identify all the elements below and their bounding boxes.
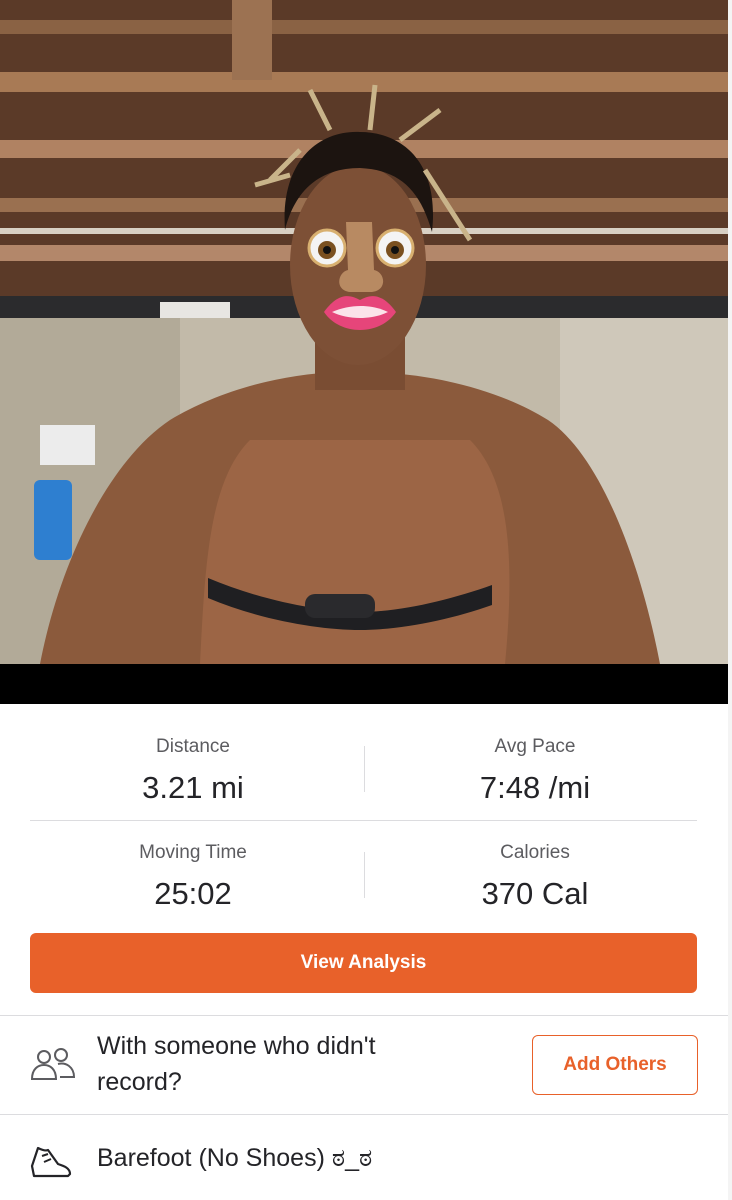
workout-photo-illustration [0, 0, 728, 664]
workout-photo[interactable] [0, 0, 728, 664]
stat-avg-pace: Avg Pace 7:48 /mi [370, 736, 700, 806]
add-others-button[interactable]: Add Others [532, 1035, 698, 1095]
stat-label: Distance [156, 736, 230, 757]
stat-divider [364, 746, 365, 792]
stat-value: 3.21 mi [142, 770, 244, 805]
divider [0, 1015, 728, 1016]
photo-bottom-band [0, 664, 732, 704]
activity-summary-card: Distance 3.21 mi Avg Pace 7:48 /mi Movin… [0, 704, 728, 1200]
with-others-prompt: With someone who didn't record? [97, 1032, 376, 1096]
view-analysis-button[interactable]: View Analysis [30, 933, 697, 993]
stat-value: 7:48 /mi [479, 770, 591, 805]
stat-value: 25:02 [154, 876, 232, 911]
gear-shoes[interactable]: Barefoot (No Shoes) ಠ_ಠ [97, 1144, 372, 1173]
stat-distance: Distance 3.21 mi [28, 736, 358, 806]
stat-moving-time: Moving Time 25:02 [28, 842, 358, 912]
stat-divider [364, 852, 365, 898]
divider [30, 820, 697, 821]
stat-calories: Calories 370 Cal [370, 842, 700, 912]
shoe-icon [28, 1142, 74, 1185]
right-edge [728, 0, 732, 1200]
people-icon [30, 1047, 76, 1086]
stat-label: Calories [500, 842, 570, 863]
stat-label: Moving Time [139, 842, 247, 863]
stat-value: 370 Cal [481, 876, 589, 911]
divider [0, 1114, 728, 1115]
stat-label: Avg Pace [494, 736, 576, 757]
